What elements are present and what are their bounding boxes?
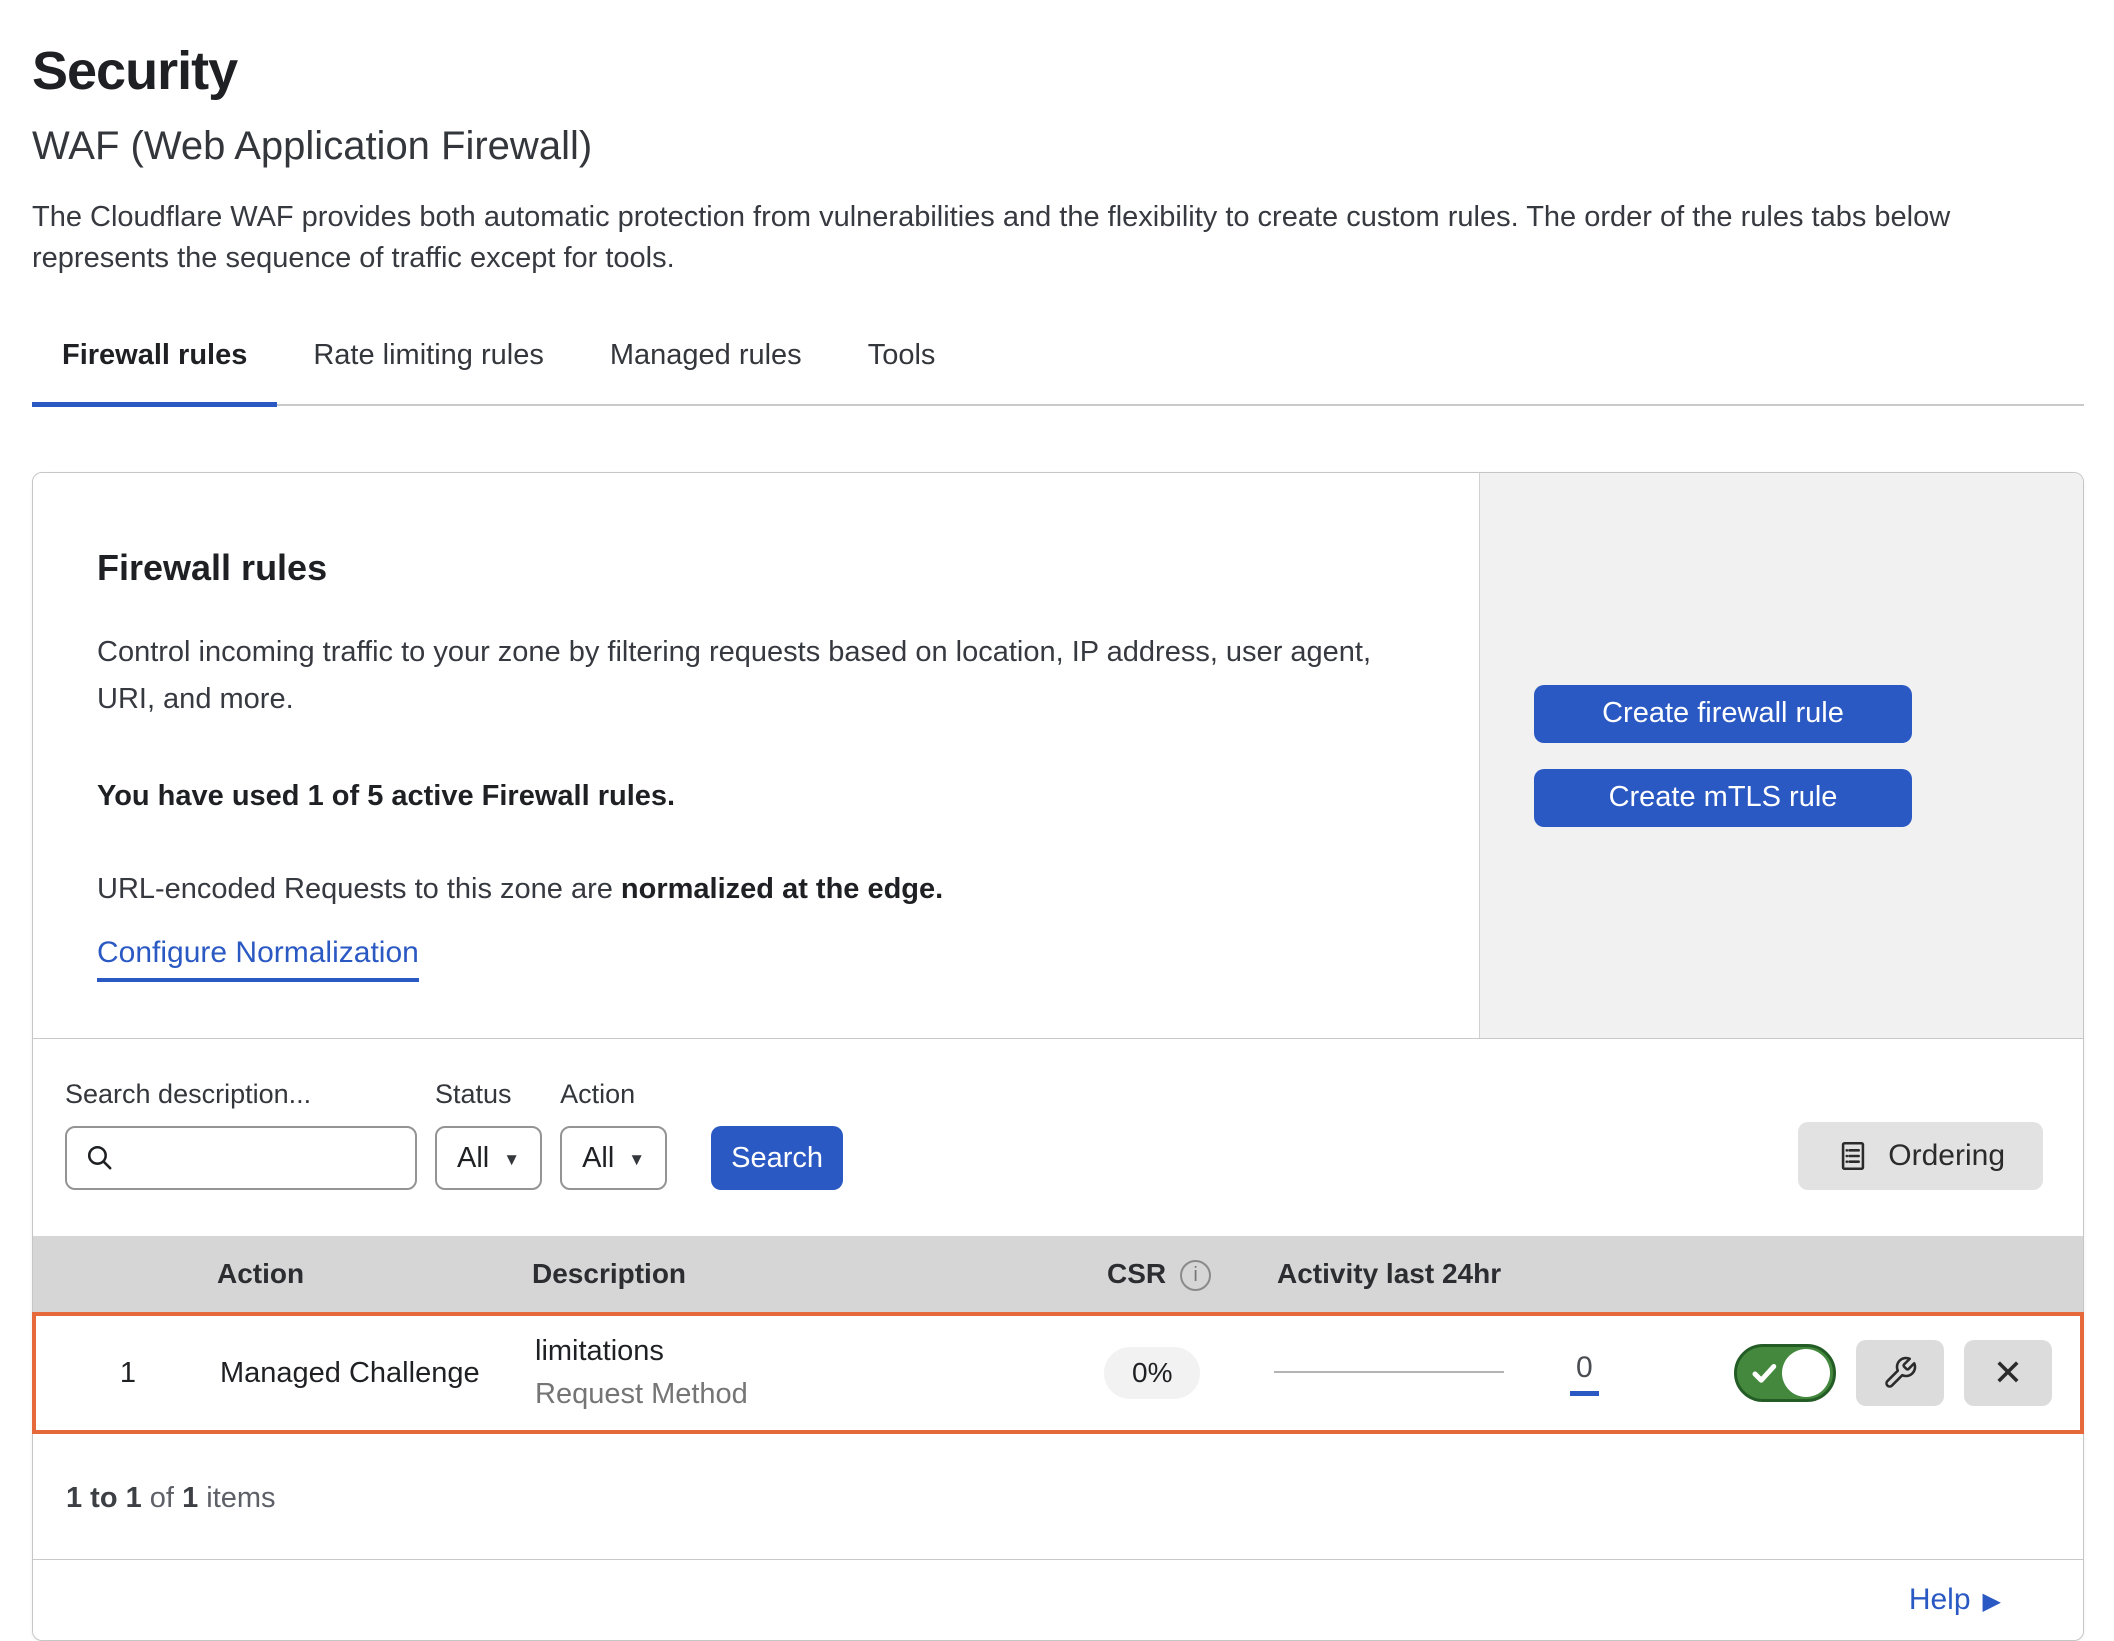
normalization-note: URL-encoded Requests to this zone are no… <box>97 873 1429 906</box>
header-description: Description <box>532 1258 1107 1290</box>
status-label: Status <box>435 1079 542 1110</box>
help-row: Help ▶ <box>33 1560 2083 1640</box>
items-label: items <box>198 1482 275 1514</box>
wrench-icon <box>1882 1355 1918 1391</box>
search-icon <box>83 1141 117 1175</box>
info-icon[interactable]: i <box>1180 1260 1211 1291</box>
firewall-rules-card: Firewall rules Control incoming traffic … <box>32 472 2084 1641</box>
rule-description: limitations <box>535 1335 1104 1368</box>
close-icon: ✕ <box>1993 1352 2023 1394</box>
table-row: 1 Managed Challenge limitations Request … <box>32 1312 2084 1434</box>
page-subtitle: WAF (Web Application Firewall) <box>32 124 2084 169</box>
header-activity: Activity last 24hr <box>1277 1258 1745 1290</box>
delete-rule-button[interactable]: ✕ <box>1964 1340 2052 1406</box>
tab-firewall-rules[interactable]: Firewall rules <box>32 333 277 407</box>
status-filter-group: Status All ▼ <box>435 1079 542 1190</box>
rule-action: Managed Challenge <box>220 1357 535 1390</box>
action-label: Action <box>560 1079 667 1110</box>
card-description: Control incoming traffic to your zone by… <box>97 629 1427 722</box>
activity-count-link[interactable]: 0 <box>1570 1351 1599 1396</box>
edit-rule-button[interactable] <box>1856 1340 1944 1406</box>
chevron-down-icon: ▼ <box>503 1150 520 1170</box>
tab-rate-limiting-rules[interactable]: Rate limiting rules <box>283 333 573 407</box>
pagination-summary: 1 to 1 of 1 items <box>33 1434 2083 1560</box>
arrow-right-icon: ▶ <box>1983 1587 2001 1616</box>
toggle-knob <box>1782 1349 1830 1397</box>
rule-description-sub: Request Method <box>535 1378 1104 1411</box>
activity-sparkline <box>1274 1371 1504 1373</box>
search-description-group: Search description... <box>65 1079 417 1190</box>
action-select[interactable]: All ▼ <box>560 1126 667 1190</box>
chevron-down-icon: ▼ <box>628 1150 645 1170</box>
usage-summary: You have used 1 of 5 active Firewall rul… <box>97 780 1429 813</box>
card-heading: Firewall rules <box>97 547 1429 589</box>
rule-controls: ✕ <box>1742 1340 2080 1406</box>
waf-tab-bar: Firewall rules Rate limiting rules Manag… <box>32 333 2084 406</box>
configure-normalization-link[interactable]: Configure Normalization <box>97 936 419 982</box>
rules-table-header: Action Description CSR i Activity last 24… <box>33 1236 2083 1312</box>
page-title: Security <box>32 40 2084 102</box>
rule-order: 1 <box>36 1357 220 1390</box>
tab-managed-rules[interactable]: Managed rules <box>580 333 832 407</box>
search-input[interactable] <box>127 1142 399 1174</box>
ordering-button[interactable]: Ordering <box>1798 1122 2043 1190</box>
rule-csr-cell: 0% <box>1104 1347 1274 1399</box>
header-csr: CSR i <box>1107 1258 1277 1291</box>
create-mtls-rule-button[interactable]: Create mTLS rule <box>1534 769 1912 827</box>
help-link-label: Help <box>1909 1583 1971 1617</box>
filter-toolbar: Search description... Status All ▼ Actio… <box>33 1039 2083 1236</box>
search-button[interactable]: Search <box>711 1126 843 1190</box>
page-description: The Cloudflare WAF provides both automat… <box>32 197 2082 279</box>
normalization-bold: normalized at the edge. <box>621 873 943 905</box>
search-input-box[interactable] <box>65 1126 417 1190</box>
items-of-text: of <box>142 1482 182 1514</box>
create-firewall-rule-button[interactable]: Create firewall rule <box>1534 685 1912 743</box>
items-range: 1 to 1 <box>66 1482 142 1514</box>
normalization-text: URL-encoded Requests to this zone are <box>97 873 621 905</box>
search-description-label: Search description... <box>65 1079 417 1110</box>
rule-enabled-toggle[interactable] <box>1734 1344 1836 1402</box>
rule-activity-cell: 0 <box>1274 1351 1742 1396</box>
header-csr-label: CSR <box>1107 1258 1166 1289</box>
action-filter-group: Action All ▼ <box>560 1079 667 1190</box>
status-select-value: All <box>457 1142 489 1175</box>
firewall-rules-info: Firewall rules Control incoming traffic … <box>33 473 1479 1038</box>
ordering-list-icon <box>1836 1139 1870 1173</box>
csr-badge: 0% <box>1104 1347 1200 1399</box>
tab-tools[interactable]: Tools <box>838 333 966 407</box>
action-select-value: All <box>582 1142 614 1175</box>
rule-description-cell: limitations Request Method <box>535 1335 1104 1411</box>
status-select[interactable]: All ▼ <box>435 1126 542 1190</box>
help-link[interactable]: Help ▶ <box>1909 1583 2001 1617</box>
items-total: 1 <box>182 1482 198 1514</box>
ordering-button-label: Ordering <box>1888 1139 2005 1173</box>
header-action: Action <box>217 1258 532 1290</box>
create-rule-panel: Create firewall rule Create mTLS rule <box>1479 473 2083 1038</box>
firewall-rules-overview: Firewall rules Control incoming traffic … <box>33 473 2083 1039</box>
check-icon <box>1750 1361 1780 1392</box>
